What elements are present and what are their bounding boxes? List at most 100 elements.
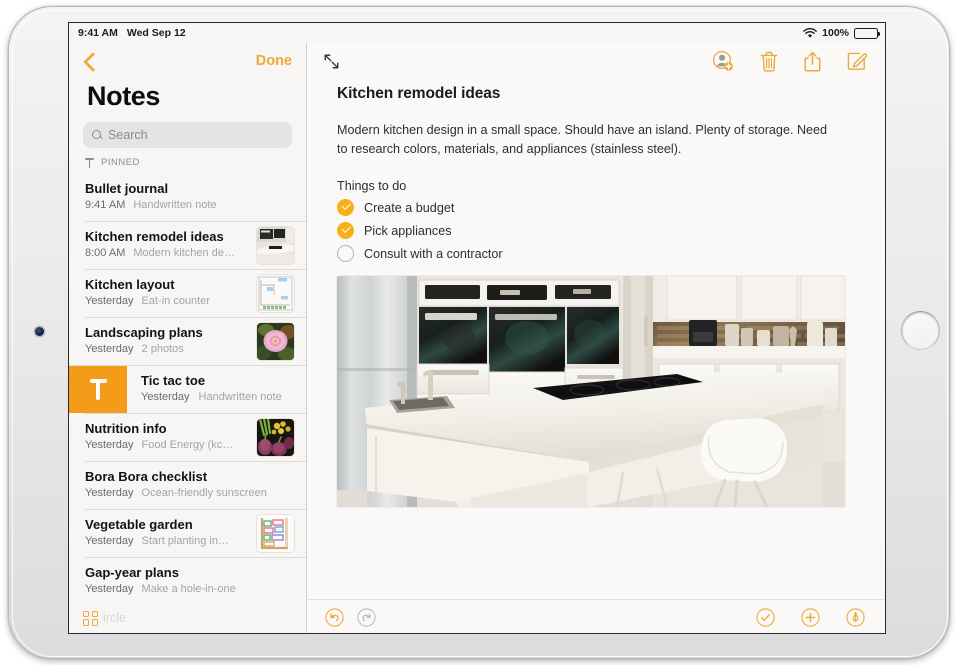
- note-list-item[interactable]: Landscaping plans Yesterday 2 photos: [69, 317, 306, 365]
- battery-percent-label: 100%: [822, 27, 849, 39]
- note-list-item-title: Vegetable garden: [85, 517, 193, 532]
- pin-icon: [89, 378, 107, 400]
- note-list-item-meta: Yesterday 2 photos: [85, 342, 249, 357]
- note-list-item-date: Yesterday: [85, 295, 134, 307]
- checklist-icon[interactable]: [756, 608, 775, 627]
- note-list-item-date: Yesterday: [85, 439, 134, 451]
- note-list-item-snippet: Start planting in…: [141, 535, 229, 547]
- note-list-item-date: Yesterday: [85, 343, 134, 355]
- note-list-item[interactable]: Vegetable garden Yesterday Start plantin…: [69, 509, 306, 557]
- note-list-item[interactable]: Kitchen remodel ideas 8:00 AM Modern kit…: [69, 221, 306, 269]
- note-list-item-meta: Yesterday Handwritten note: [141, 390, 294, 405]
- note-list-item-snippet: Handwritten note: [133, 199, 217, 211]
- note-list-item-thumbnail: [257, 418, 294, 456]
- wifi-icon: [803, 27, 817, 38]
- note-list-item-thumbnail: [257, 274, 294, 312]
- status-bar-time: 9:41 AM: [78, 27, 118, 39]
- note-list-item[interactable]: Gap-year plans Yesterday Make a hole-in-…: [69, 557, 306, 601]
- note-list-item-date: Yesterday: [141, 391, 190, 403]
- note-list-item[interactable]: Bora Bora checklist Yesterday Ocean-frie…: [69, 461, 306, 509]
- folders-grid-icon[interactable]: [83, 610, 98, 626]
- detail-action-buttons: [712, 50, 867, 72]
- share-icon[interactable]: [804, 51, 821, 72]
- pinned-section-header: PINNED: [69, 148, 306, 173]
- note-list-item-meta: 8:00 AM Modern kitchen de…: [85, 246, 249, 261]
- note-detail-pane: Kitchen remodel ideas Modern kitchen des…: [307, 43, 885, 633]
- note-list-item-snippet: 2 photos: [141, 343, 184, 355]
- compose-icon[interactable]: [847, 51, 867, 71]
- back-chevron-icon[interactable]: [83, 51, 96, 72]
- page-title: Notes: [87, 81, 161, 111]
- note-content-area[interactable]: Kitchen remodel ideas Modern kitchen des…: [307, 79, 885, 599]
- note-list-item-meta: Yesterday Start planting in…: [85, 534, 249, 549]
- note-list-item-snippet: Food Energy (kc…: [141, 439, 234, 451]
- todo-item[interactable]: Consult with a contractor: [337, 245, 861, 262]
- notes-list[interactable]: Bullet journal 9:41 AM Handwritten note …: [69, 173, 306, 601]
- note-list-item-title: Tic tac toe: [141, 373, 206, 388]
- redo-icon[interactable]: [357, 608, 376, 627]
- sidebar-navigation-bar: Done: [69, 43, 306, 79]
- undo-icon[interactable]: [325, 608, 344, 627]
- note-list-item-meta: Yesterday Make a hole-in-one: [85, 582, 294, 597]
- note-list-item-title: Kitchen remodel ideas: [85, 229, 224, 244]
- add-attachment-icon[interactable]: [801, 608, 820, 627]
- note-list-item-snippet: Modern kitchen de…: [133, 247, 235, 259]
- note-list-item-text: Nutrition info Yesterday Food Energy (kc…: [85, 421, 249, 453]
- sidebar-bottom-bar: ircle: [69, 601, 306, 633]
- sidebar-faded-label: ircle: [103, 611, 126, 625]
- note-list-item-meta: Yesterday Food Energy (kc…: [85, 438, 249, 453]
- note-list-item-thumbnail: [257, 226, 294, 264]
- note-list-item-date: Yesterday: [85, 535, 134, 547]
- battery-icon: [854, 27, 881, 39]
- app-body: Done Notes Search PINNED Bullet journal …: [69, 43, 885, 633]
- trash-icon[interactable]: [760, 51, 778, 72]
- note-attached-photo[interactable]: [337, 276, 845, 507]
- note-list-item-snippet: Make a hole-in-one: [141, 583, 236, 595]
- note-list-item-title: Nutrition info: [85, 421, 167, 436]
- markup-pen-icon[interactable]: [846, 608, 865, 627]
- home-button[interactable]: [901, 311, 940, 350]
- note-title: Kitchen remodel ideas: [337, 85, 501, 102]
- note-list-item-title: Kitchen layout: [85, 277, 175, 292]
- detail-navigation-bar: [307, 43, 885, 79]
- note-list-item-text: Vegetable garden Yesterday Start plantin…: [85, 517, 249, 549]
- note-list-item-date: 8:00 AM: [85, 247, 126, 259]
- note-list-item[interactable]: Bullet journal 9:41 AM Handwritten note: [69, 173, 306, 221]
- note-list-item-snippet: Eat-in counter: [141, 295, 211, 307]
- search-input[interactable]: Search: [83, 122, 292, 148]
- note-list-item-title: Landscaping plans: [85, 325, 203, 340]
- pin-icon: [85, 157, 94, 168]
- checkbox-unchecked-icon[interactable]: [337, 245, 354, 262]
- expand-arrows-icon[interactable]: [323, 53, 340, 70]
- note-list-item-meta: 9:41 AM Handwritten note: [85, 198, 294, 213]
- note-list-item-text: Landscaping plans Yesterday 2 photos: [85, 325, 249, 357]
- todo-item[interactable]: Create a budget: [337, 199, 861, 216]
- note-list-item-date: 9:41 AM: [85, 199, 126, 211]
- note-list-item-title: Bullet journal: [85, 181, 169, 196]
- note-list-item-date: Yesterday: [85, 487, 134, 499]
- note-list-item[interactable]: Nutrition info Yesterday Food Energy (kc…: [69, 413, 306, 461]
- note-body-paragraph: Modern kitchen design in a small space. …: [337, 123, 828, 156]
- todo-item[interactable]: Pick appliances: [337, 222, 861, 239]
- pinned-section-label: PINNED: [101, 157, 140, 168]
- note-list-item-meta: Yesterday Eat-in counter: [85, 294, 249, 309]
- todo-item-label: Consult with a contractor: [364, 246, 503, 261]
- done-button[interactable]: Done: [256, 53, 292, 69]
- todo-list-heading: Things to do: [337, 179, 407, 193]
- add-person-icon[interactable]: [712, 50, 734, 72]
- status-bar-date: Wed Sep 12: [126, 27, 186, 39]
- todo-item-label: Create a budget: [364, 200, 455, 215]
- pin-note-action-button[interactable]: [69, 365, 127, 413]
- note-list-item-meta: Yesterday Ocean-friendly sunscreen: [85, 486, 294, 501]
- note-list-item[interactable]: Kitchen layout Yesterday Eat-in counter: [69, 269, 306, 317]
- search-icon: [92, 129, 103, 141]
- checkbox-checked-icon[interactable]: [337, 222, 354, 239]
- notes-sidebar: Done Notes Search PINNED Bullet journal …: [69, 43, 307, 633]
- note-list-item-text: Tic tac toe Yesterday Handwritten note: [127, 373, 294, 405]
- note-list-item-snippet: Ocean-friendly sunscreen: [141, 487, 267, 499]
- todo-list: Create a budget Pick appliances Consult …: [337, 199, 861, 262]
- checkbox-checked-icon[interactable]: [337, 199, 354, 216]
- note-list-item-snippet: Handwritten note: [198, 391, 282, 403]
- note-list-item[interactable]: Tic tac toe Yesterday Handwritten note: [69, 365, 306, 413]
- ipad-screen: 9:41 AM Wed Sep 12 100% Done Notes Searc…: [68, 22, 886, 634]
